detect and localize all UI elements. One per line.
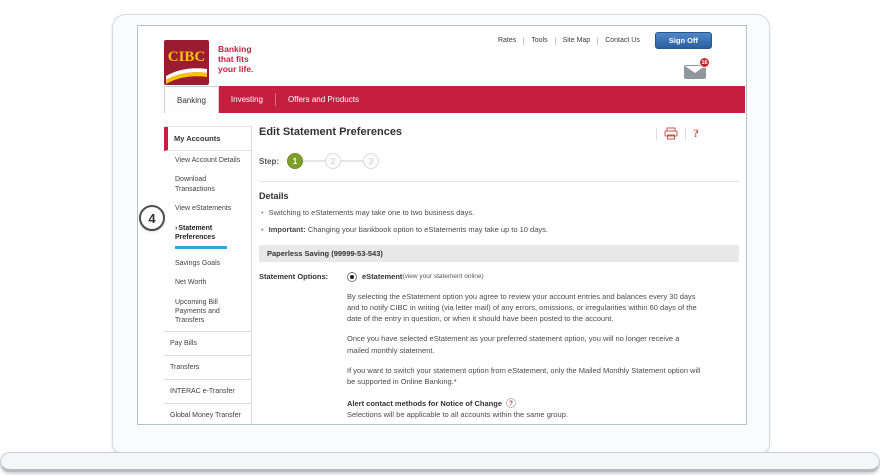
page-title: Edit Statement Preferences bbox=[259, 126, 403, 138]
help-icon[interactable]: ? bbox=[693, 126, 699, 141]
link-site-map[interactable]: Site Map bbox=[556, 37, 598, 44]
sidebar-item-pay-bills[interactable]: Pay Bills bbox=[164, 330, 251, 355]
estatement-terms-paragraph: By selecting the eStatement option you a… bbox=[347, 291, 697, 324]
tab-offers-and-products[interactable]: Offers and Products bbox=[276, 86, 371, 113]
primary-nav: Banking Investing Offers and Products bbox=[164, 86, 745, 113]
step-3: 3 bbox=[363, 153, 379, 169]
bullet-text: Switching to eStatements may take one to… bbox=[268, 208, 475, 217]
laptop-base bbox=[0, 452, 880, 472]
alert-methods-subtext: Selections will be applicable to all acc… bbox=[347, 410, 568, 420]
no-mailed-statement-paragraph: Once you have selected eStatement as you… bbox=[347, 334, 680, 355]
sidebar-item-global-money-transfer[interactable]: Global Money Transfer bbox=[164, 402, 251, 424]
main-content: Edit Statement Preferences ? Step: 1 2 3… bbox=[259, 126, 739, 424]
statement-options-label: Statement Options: bbox=[259, 271, 329, 281]
sidebar: My Accounts View Account Details Downloa… bbox=[164, 126, 252, 424]
sidebar-item-download-transactions[interactable]: Download Transactions bbox=[164, 170, 251, 199]
step-connector bbox=[341, 160, 363, 162]
utility-nav: Rates Tools Site Map Contact Us Sign Off bbox=[491, 32, 712, 49]
link-tools[interactable]: Tools bbox=[524, 37, 554, 44]
sidebar-item-interac-etransfer[interactable]: INTERAC e-Transfer bbox=[164, 378, 251, 403]
cibc-logo[interactable]: CIBC bbox=[164, 40, 209, 85]
bullet-text: Important: Changing your bankbook option… bbox=[269, 225, 548, 235]
sidebar-item-label: Statement Preferences bbox=[175, 224, 216, 242]
alert-methods-heading: Alert contact methods for Notice of Chan… bbox=[347, 398, 503, 408]
sidebar-item-upcoming-bill-payments[interactable]: Upcoming Bill Payments and Transfers bbox=[164, 293, 251, 331]
details-bullet-1: Switching to eStatements may take one to… bbox=[259, 208, 739, 218]
active-item-underline bbox=[175, 245, 227, 249]
svg-text:CIBC: CIBC bbox=[168, 49, 206, 65]
brand-tagline: Banking that fits your life. bbox=[218, 44, 254, 75]
sign-off-button[interactable]: Sign Off bbox=[654, 32, 712, 49]
bullet-rest: Changing your bankbook option to eStatem… bbox=[305, 224, 548, 234]
page: CIBC Banking that fits your life. Rates … bbox=[0, 0, 880, 475]
step-2: 2 bbox=[325, 153, 341, 169]
tab-banking[interactable]: Banking bbox=[164, 86, 219, 113]
laptop-bezel: CIBC Banking that fits your life. Rates … bbox=[112, 14, 770, 454]
link-rates[interactable]: Rates bbox=[491, 37, 523, 44]
step-connector bbox=[303, 160, 325, 162]
sidebar-item-view-estatements[interactable]: View eStatements bbox=[164, 199, 251, 218]
print-icon[interactable] bbox=[664, 127, 678, 140]
alert-help-icon[interactable]: ? bbox=[506, 398, 517, 409]
important-label: Important: bbox=[268, 224, 306, 234]
tab-investing[interactable]: Investing bbox=[219, 86, 275, 113]
estatement-radio-selected[interactable] bbox=[347, 271, 357, 282]
link-contact-us[interactable]: Contact Us bbox=[598, 37, 647, 44]
estatement-sublabel: (view your statement online) bbox=[402, 273, 484, 280]
sidebar-item-view-account-details[interactable]: View Account Details bbox=[164, 151, 251, 170]
estatement-option: eStatement (view your statement online) bbox=[347, 271, 703, 282]
step-label: Step: bbox=[259, 156, 279, 166]
divider bbox=[259, 181, 739, 182]
details-heading: Details bbox=[259, 191, 289, 201]
message-centre-indicator[interactable]: 16 bbox=[684, 57, 710, 79]
unread-count-badge: 16 bbox=[699, 57, 710, 68]
step-indicator: Step: 1 2 3 bbox=[259, 153, 739, 169]
active-item-arrow: › bbox=[175, 224, 178, 232]
sidebar-header-my-accounts[interactable]: My Accounts bbox=[164, 127, 251, 151]
browser-screen: CIBC Banking that fits your life. Rates … bbox=[137, 25, 747, 425]
annotation-circle-4: 4 bbox=[139, 205, 165, 231]
divider bbox=[685, 127, 686, 140]
divider bbox=[656, 127, 657, 140]
estatement-label: eStatement bbox=[362, 272, 403, 281]
step-1-current: 1 bbox=[287, 153, 303, 169]
sidebar-item-savings-goals[interactable]: Savings Goals bbox=[164, 254, 251, 273]
sidebar-item-net-worth[interactable]: Net Worth bbox=[164, 273, 251, 292]
sidebar-item-statement-preferences[interactable]: ›Statement Preferences bbox=[164, 219, 251, 254]
sidebar-item-transfers[interactable]: Transfers bbox=[164, 354, 251, 379]
details-bullet-2: Important: Changing your bankbook option… bbox=[259, 225, 739, 235]
account-header-bar: Paperless Saving (99999-53-543) bbox=[259, 244, 739, 262]
switch-option-paragraph: If you want to switch your statement opt… bbox=[347, 365, 701, 386]
